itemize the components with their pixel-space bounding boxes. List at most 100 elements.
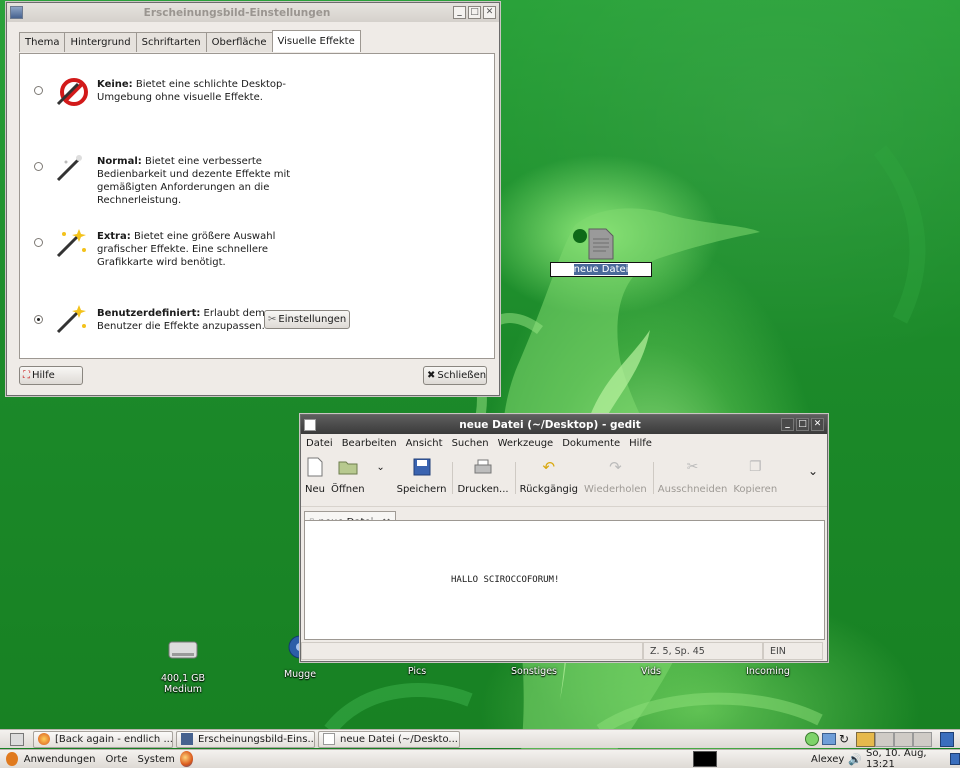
no-effects-icon <box>56 78 88 106</box>
custom-wand-icon <box>56 305 86 334</box>
screen-icon[interactable] <box>822 733 836 745</box>
task-firefox[interactable]: [Back again - endlich ... <box>33 730 173 748</box>
clock[interactable]: So, 10. Aug, 13:21 <box>866 748 944 768</box>
main-menu-panel: Anwendungen Orte System Alexey 🔊 So, 10.… <box>0 748 960 768</box>
menu-ansicht[interactable]: Ansicht <box>406 438 443 449</box>
radio-extra[interactable] <box>34 238 43 247</box>
workspace-1[interactable] <box>856 731 875 747</box>
workspace-4[interactable] <box>913 731 932 747</box>
maximize-icon[interactable]: □ <box>468 6 481 19</box>
maximize-icon[interactable]: □ <box>796 418 809 431</box>
desktop-switch-icon[interactable] <box>949 753 960 765</box>
sparkle-wand-icon <box>56 229 86 258</box>
workspace-3[interactable] <box>894 731 913 747</box>
titlebar[interactable]: neue Datei (~/Desktop) - gedit _ □ ✕ <box>301 415 827 434</box>
copy-button[interactable]: ❐ Kopieren <box>733 456 777 495</box>
firefox-launcher-icon[interactable] <box>179 751 194 767</box>
undo-icon: ↶ <box>542 458 556 476</box>
menu-bearbeiten[interactable]: Bearbeiten <box>342 438 397 449</box>
trash-icon[interactable] <box>940 731 954 747</box>
settings-button-label: Einstellungen <box>278 314 347 325</box>
rename-field[interactable]: neue Datei <box>550 262 652 277</box>
printer-icon <box>473 456 493 478</box>
task-appearance[interactable]: Erscheinungsbild-Eins... <box>176 730 315 748</box>
desktop-file-new[interactable]: neue Datei <box>550 228 652 277</box>
tray-area: ↻ <box>805 731 960 748</box>
close-icon[interactable]: ✕ <box>483 6 496 19</box>
radio-benutzerdefiniert[interactable] <box>34 315 43 324</box>
volume-icon[interactable]: 🔊 <box>848 753 862 766</box>
toolbar-overflow[interactable]: ⌄ <box>803 456 823 492</box>
open-folder-icon <box>338 456 358 478</box>
close-icon[interactable]: ✕ <box>811 418 824 431</box>
system-monitor[interactable] <box>693 751 718 767</box>
workspace-2[interactable] <box>875 731 894 747</box>
task-label: [Back again - endlich ... <box>55 733 173 745</box>
task-gedit[interactable]: neue Datei (~/Deskto... <box>318 730 460 748</box>
tab-thema[interactable]: Thema <box>19 32 66 52</box>
menu-orte[interactable]: Orte <box>105 754 127 765</box>
help-button[interactable]: ⛶ Hilfe <box>19 366 83 385</box>
desktop-icon-label: Mugge <box>283 669 317 680</box>
redo-icon: ↷ <box>609 458 622 476</box>
text-editor[interactable]: HALLO SCIROCCOFORUM! <box>304 520 825 640</box>
menu-system[interactable]: System <box>138 754 175 765</box>
toolbar-separator <box>452 462 454 494</box>
titlebar[interactable]: Erscheinungsbild-Einstellungen _ □ ✕ <box>7 3 499 22</box>
show-desktop-icon[interactable] <box>10 732 24 746</box>
chevron-down-icon: ⌄ <box>376 461 385 473</box>
print-label: Drucken... <box>457 484 509 495</box>
menu-werkzeuge[interactable]: Werkzeuge <box>498 438 554 449</box>
insert-mode: EIN <box>763 642 823 660</box>
desktop-icon-label: 400,1 GB Medium <box>160 673 206 695</box>
status-message <box>301 642 643 660</box>
print-button[interactable]: Drucken... <box>457 456 509 495</box>
minimize-icon[interactable]: _ <box>453 6 466 19</box>
gedit-app-icon <box>304 418 316 431</box>
window-title: Erscheinungsbild-Einstellungen <box>143 6 331 19</box>
settings-button[interactable]: ✂ Einstellungen <box>264 310 351 329</box>
menu-hilfe[interactable]: Hilfe <box>629 438 652 449</box>
menu-datei[interactable]: Datei <box>306 438 333 449</box>
update-icon[interactable]: ↻ <box>839 732 853 746</box>
option-normal-title: Normal: <box>97 156 142 167</box>
undo-button[interactable]: ↶ Rückgängig <box>520 456 578 495</box>
cut-button[interactable]: ✂ Ausschneiden <box>658 456 728 495</box>
option-normal-text: Normal: Bietet eine verbesserte Bedienba… <box>97 155 297 207</box>
tab-bar: Thema Hintergrund Schriftarten Oberfläch… <box>19 30 361 52</box>
option-extra-title: Extra: <box>97 231 131 242</box>
option-custom-text: Benutzerdefiniert: Erlaubt dem Benutzer … <box>97 307 267 333</box>
minimize-icon[interactable]: _ <box>781 418 794 431</box>
window-title: neue Datei (~/Desktop) - gedit <box>459 418 641 431</box>
user-name[interactable]: Alexey <box>811 754 844 765</box>
tab-hintergrund[interactable]: Hintergrund <box>64 32 137 52</box>
open-dropdown[interactable]: ⌄ <box>371 456 391 484</box>
save-button[interactable]: Speichern <box>397 456 446 495</box>
close-button[interactable]: ✖ Schließen <box>423 366 487 385</box>
tools-icon: ✂ <box>268 314 277 325</box>
new-button[interactable]: Neu <box>305 456 325 495</box>
desktop-icon-drive[interactable]: 400,1 GB Medium <box>141 636 225 695</box>
menu-suchen[interactable]: Suchen <box>452 438 489 449</box>
radio-keine[interactable] <box>34 86 43 95</box>
undo-label: Rückgängig <box>519 484 579 495</box>
network-icon[interactable] <box>805 732 819 746</box>
open-button[interactable]: Öffnen <box>331 456 365 495</box>
redo-button[interactable]: ↷ Wiederholen <box>584 456 647 495</box>
menu-dokumente[interactable]: Dokumente <box>562 438 620 449</box>
statusbar: Z. 5, Sp. 45 EIN <box>301 641 827 661</box>
chevron-down-icon: ⌄ <box>807 464 819 478</box>
option-keine-title: Keine: <box>97 79 133 90</box>
tab-oberflaeche[interactable]: Oberfläche <box>205 32 273 52</box>
option-keine-text: Keine: Bietet eine schlichte Desktop-Umg… <box>97 78 297 104</box>
firefox-icon <box>38 733 50 745</box>
new-label: Neu <box>305 484 325 495</box>
radio-normal[interactable] <box>34 162 43 171</box>
tab-visuelle-effekte[interactable]: Visuelle Effekte <box>271 30 361 52</box>
copy-icon: ❐ <box>748 459 762 475</box>
tab-schriftarten[interactable]: Schriftarten <box>135 32 207 52</box>
menu-anwendungen[interactable]: Anwendungen <box>24 754 96 765</box>
taskbar-panel: [Back again - endlich ... Erscheinungsbi… <box>0 729 960 748</box>
effects-panel: Keine: Bietet eine schlichte Desktop-Umg… <box>19 53 495 359</box>
option-extra-text: Extra: Bietet eine größere Auswahl grafi… <box>97 230 297 269</box>
